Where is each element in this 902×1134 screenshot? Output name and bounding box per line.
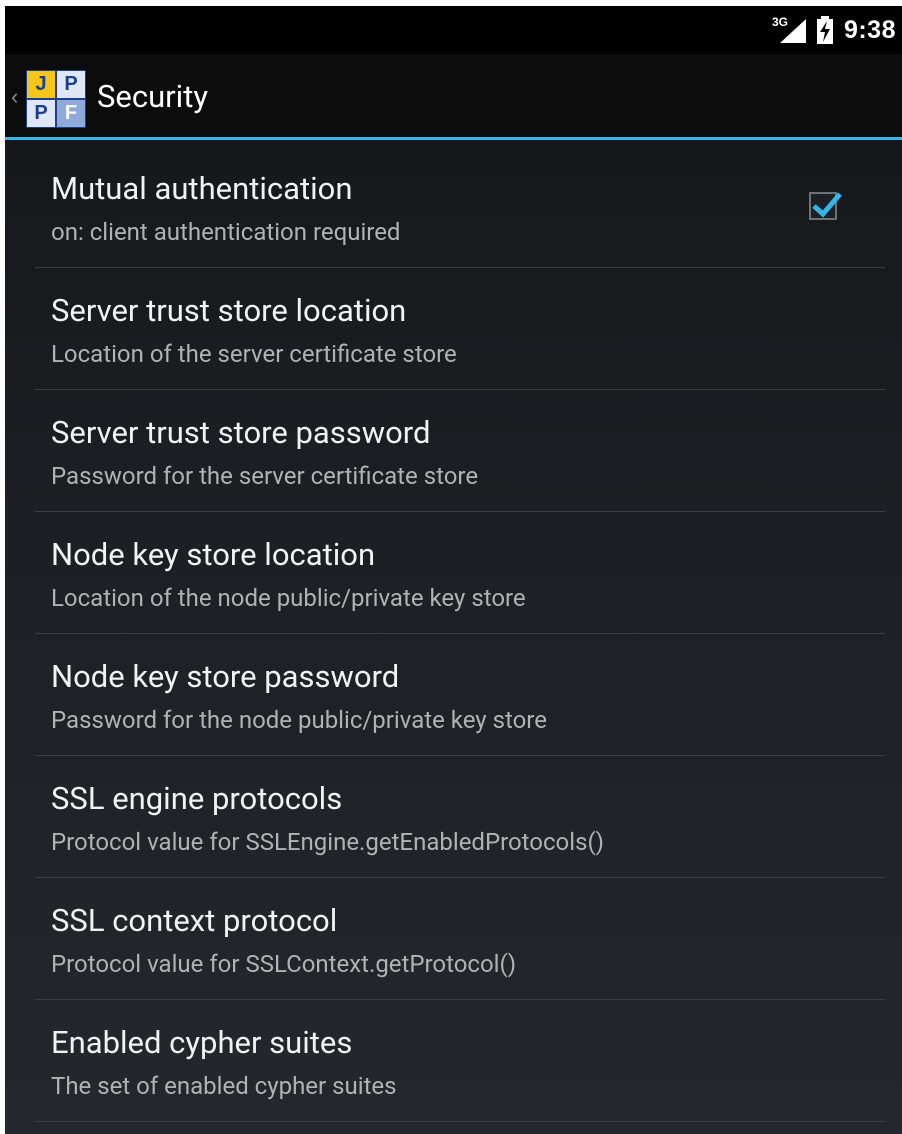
pref-summary: Location of the node public/private key … <box>51 584 526 612</box>
pref-title: Server trust store location <box>51 292 407 329</box>
pref-summary: Password for the node public/private key… <box>51 706 547 734</box>
pref-title: SSL engine protocols <box>51 780 343 817</box>
status-clock: 9:38 <box>843 15 896 44</box>
pref-ssl-engine-protocols[interactable]: SSL engine protocols Protocol value for … <box>35 756 885 878</box>
pref-title: Node key store location <box>51 536 376 573</box>
page-title: Security <box>97 78 209 115</box>
status-bar: 3G 9:38 <box>5 6 902 54</box>
logo-letter: P <box>57 71 85 98</box>
pref-ssl-context-protocol[interactable]: SSL context protocol Protocol value for … <box>35 878 885 1000</box>
pref-summary: Location of the server certificate store <box>51 340 457 368</box>
pref-mutual-authentication[interactable]: Mutual authentication on: client authent… <box>35 146 885 268</box>
checkmark-icon <box>812 192 842 218</box>
logo-letter: F <box>57 100 85 127</box>
screen: 3G 9:38 ‹ J P P F Security Mutual authen… <box>5 6 902 1134</box>
app-logo-icon[interactable]: J P P F <box>26 70 86 128</box>
pref-title: SSL context protocol <box>51 902 338 939</box>
status-icons: 3G 9:38 <box>772 6 896 54</box>
mutual-authentication-checkbox[interactable] <box>809 192 842 220</box>
cell-signal-icon: 3G <box>772 15 806 45</box>
pref-title: Server trust store password <box>51 414 431 451</box>
pref-title: Enabled cypher suites <box>51 1024 353 1061</box>
pref-summary: on: client authentication required <box>51 218 401 246</box>
preference-list: Mutual authentication on: client authent… <box>35 146 885 1122</box>
logo-letter: P <box>27 100 55 127</box>
pref-server-trust-store-password[interactable]: Server trust store password Password for… <box>35 390 885 512</box>
pref-summary: Protocol value for SSLEngine.getEnabledP… <box>51 828 605 856</box>
battery-charging-icon <box>816 16 834 44</box>
pref-enabled-cypher-suites[interactable]: Enabled cypher suites The set of enabled… <box>35 1000 885 1122</box>
pref-node-key-store-password[interactable]: Node key store password Password for the… <box>35 634 885 756</box>
pref-server-trust-store-location[interactable]: Server trust store location Location of … <box>35 268 885 390</box>
up-caret-icon[interactable]: ‹ <box>11 84 18 110</box>
pref-summary: The set of enabled cypher suites <box>51 1072 397 1100</box>
pref-title: Node key store password <box>51 658 400 695</box>
pref-summary: Password for the server certificate stor… <box>51 462 479 490</box>
pref-node-key-store-location[interactable]: Node key store location Location of the … <box>35 512 885 634</box>
pref-title: Mutual authentication <box>51 170 353 207</box>
pref-summary: Protocol value for SSLContext.getProtoco… <box>51 950 517 978</box>
logo-letter: J <box>27 71 55 98</box>
action-bar: ‹ J P P F Security <box>5 54 902 140</box>
